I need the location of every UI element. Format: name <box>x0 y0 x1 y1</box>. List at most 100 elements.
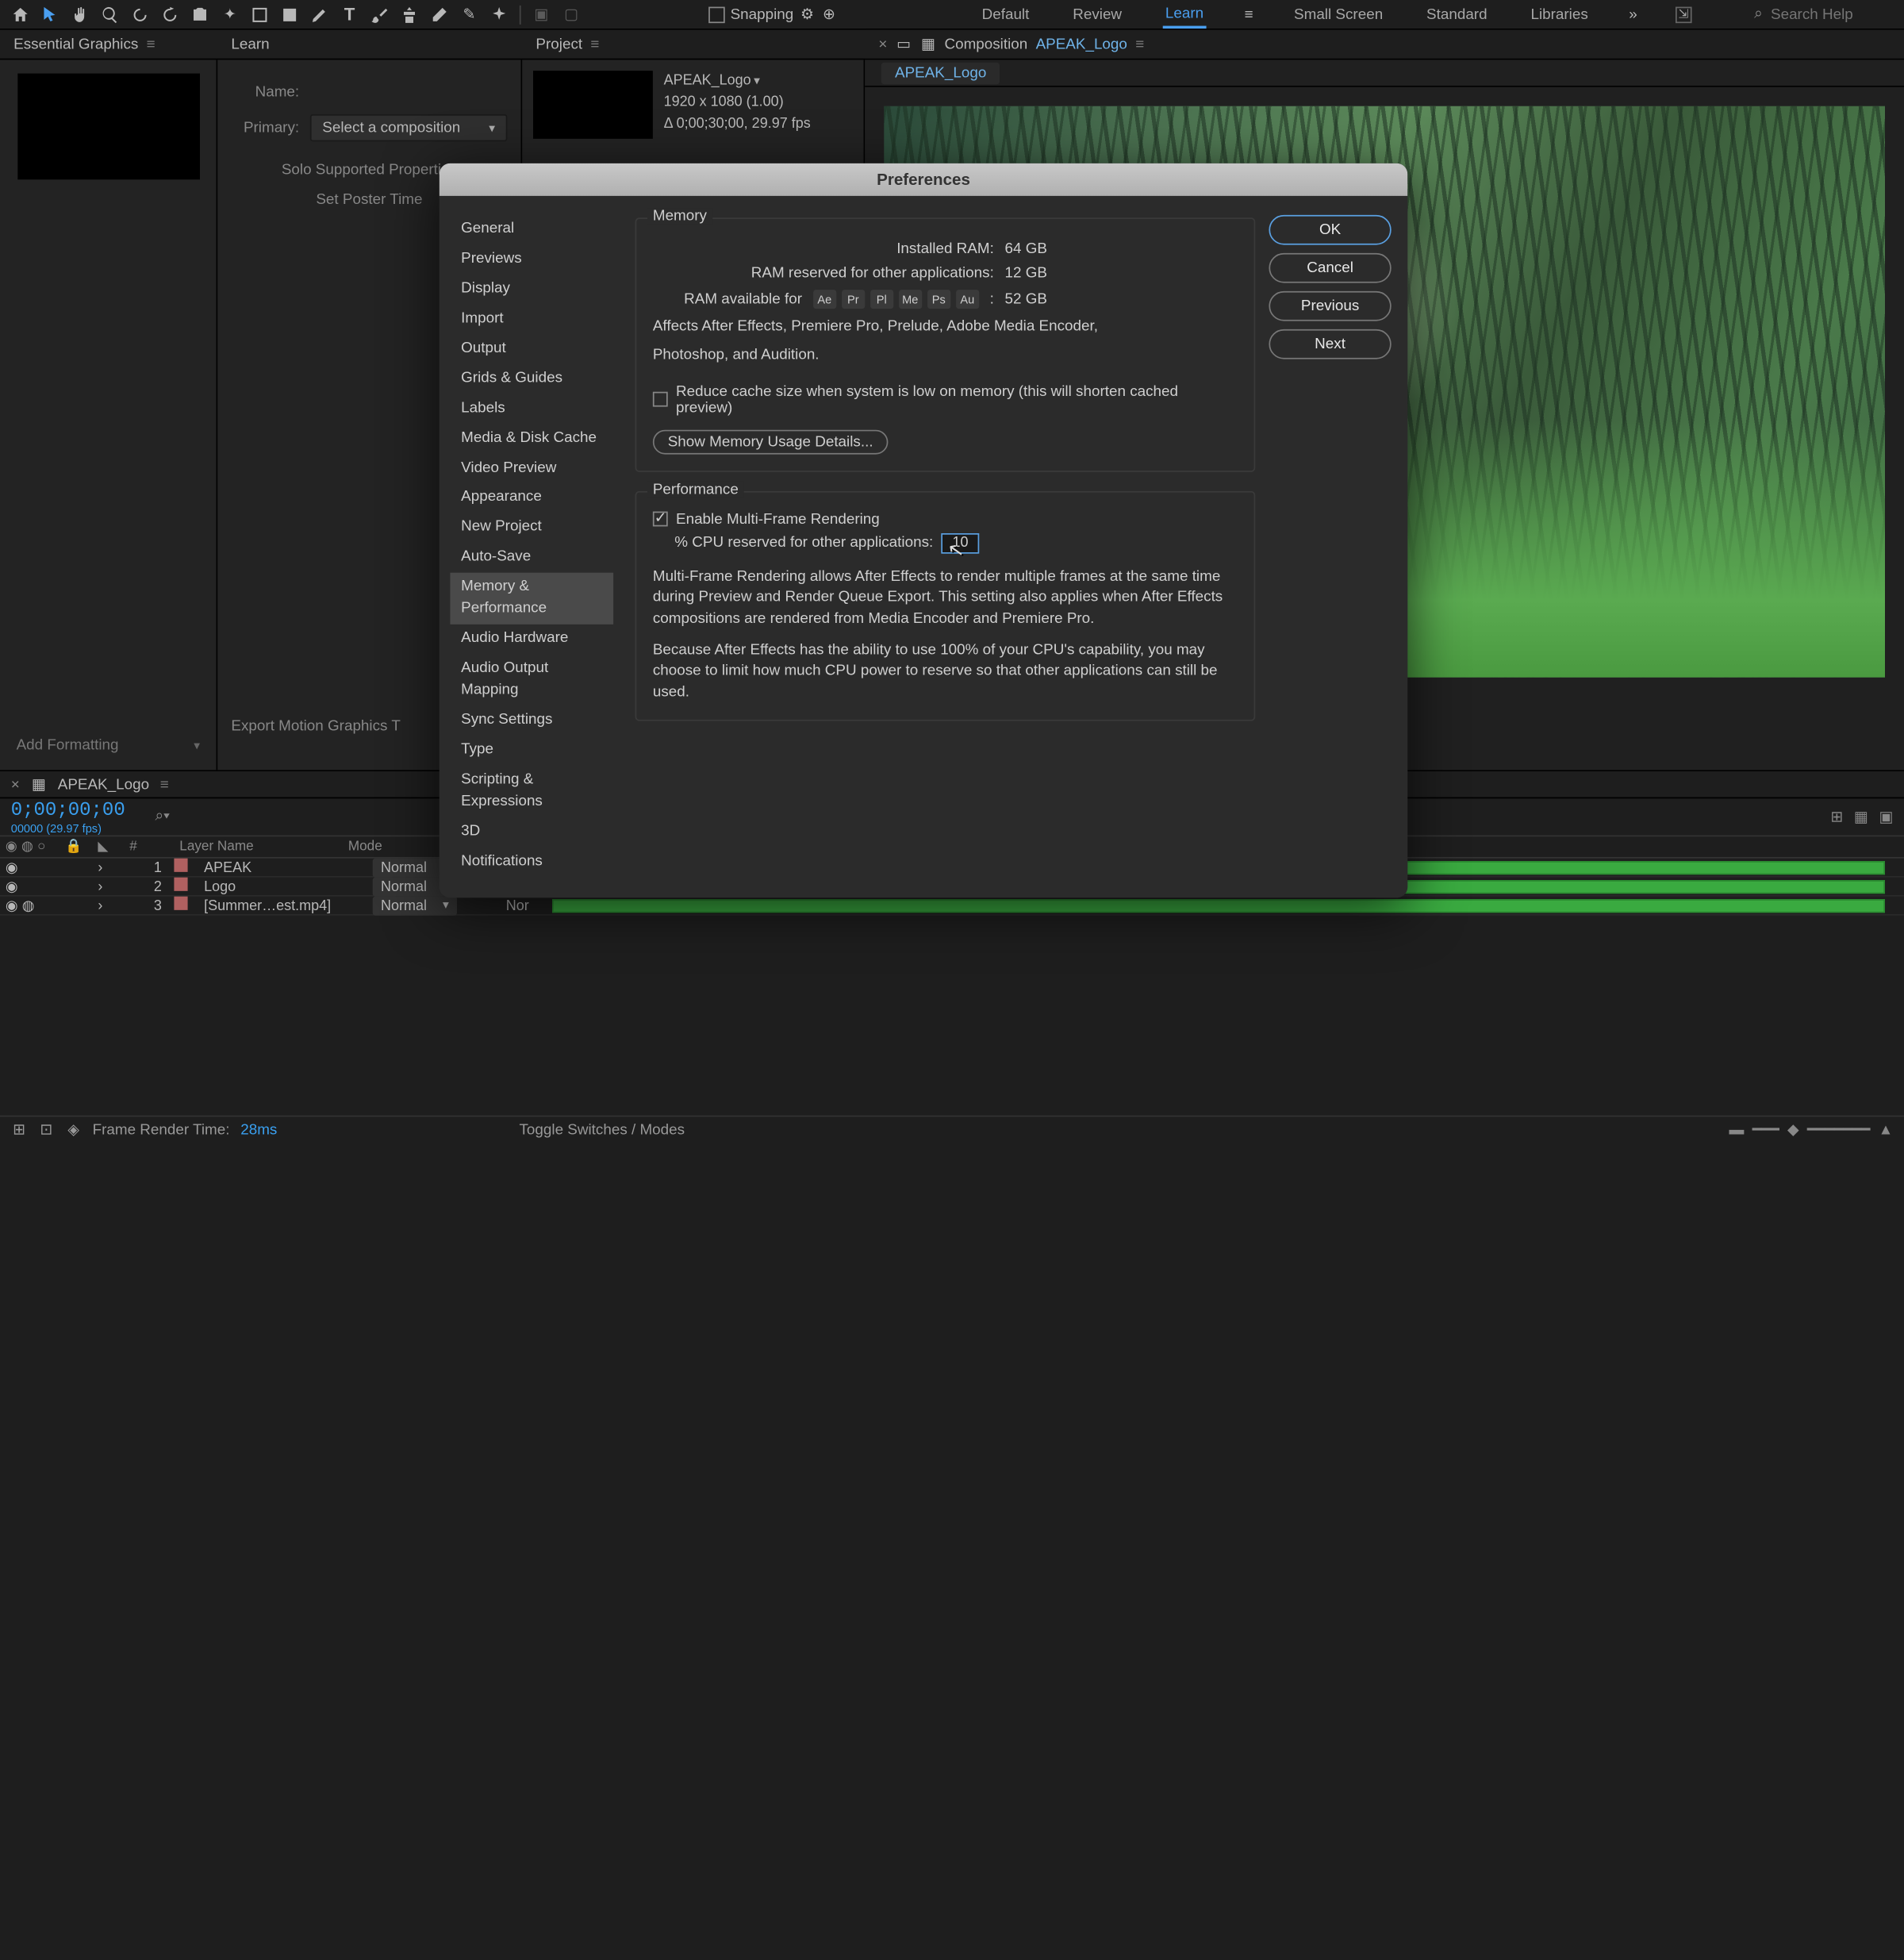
reduce-cache-checkbox[interactable]: Reduce cache size when system is low on … <box>653 383 1238 416</box>
comp-flowchart-tab[interactable]: APEAK_Logo <box>865 60 1904 86</box>
pref-category-general[interactable]: General <box>450 215 613 245</box>
fill-stroke-icon[interactable]: ▣ <box>526 1 556 28</box>
twirl-icon[interactable]: › <box>98 859 117 876</box>
pref-category-display[interactable]: Display <box>450 275 613 305</box>
mode-column[interactable]: Mode <box>348 840 443 855</box>
eye-toggle-icon[interactable]: ◉ <box>6 859 18 876</box>
search-help-input[interactable] <box>1771 6 1893 23</box>
audio-toggle-icon[interactable]: ◍ <box>22 897 35 914</box>
orbit-tool-icon[interactable] <box>125 1 155 28</box>
graph-editor-icon[interactable]: ⊞ <box>1830 808 1843 825</box>
pref-category-audio-hardware[interactable]: Audio Hardware <box>450 625 613 655</box>
pref-category-import[interactable]: Import <box>450 305 613 335</box>
camera-tool-icon[interactable] <box>185 1 215 28</box>
pref-category-3d[interactable]: 3D <box>450 817 613 847</box>
ok-button[interactable]: OK <box>1269 215 1391 245</box>
lock-icon[interactable]: ▭ <box>896 36 912 52</box>
enable-mfr-checkbox[interactable]: Enable Multi-Frame Rendering <box>653 511 1238 528</box>
puppet-tool-icon[interactable] <box>484 1 514 28</box>
render-queue-icon[interactable]: ▦ <box>1854 808 1868 825</box>
panel-menu-icon[interactable]: ≡ <box>147 36 155 52</box>
pref-category-audio-output-mapping[interactable]: Audio Output Mapping <box>450 655 613 706</box>
current-time[interactable]: 0;00;00;00 <box>11 799 125 821</box>
essential-graphics-tab[interactable]: Essential Graphics≡ <box>0 30 217 59</box>
panel-menu-icon[interactable]: ≡ <box>160 776 169 793</box>
comp-mini-flowchart-icon[interactable]: ▣ <box>1879 808 1893 825</box>
add-formatting-dropdown[interactable]: Add Formatting▾ <box>8 729 208 762</box>
pref-category-type[interactable]: Type <box>450 736 613 766</box>
pref-category-labels[interactable]: Labels <box>450 394 613 425</box>
home-icon[interactable] <box>6 1 36 28</box>
eraser-tool-icon[interactable] <box>424 1 455 28</box>
panel-menu-icon[interactable]: ≡ <box>590 36 599 52</box>
project-tab[interactable]: Project≡ <box>522 30 865 59</box>
panel-menu-icon[interactable]: ≡ <box>1135 36 1144 52</box>
shape-tool-icon[interactable] <box>274 1 305 28</box>
timeline-switches-icon[interactable]: ⊞ <box>11 1121 28 1138</box>
timeline-zoom-slider[interactable]: ▬━━━◆━━━━━━━▲ <box>1729 1121 1894 1139</box>
layer-name[interactable]: APEAK <box>204 859 367 876</box>
composition-name[interactable]: APEAK_Logo <box>1036 36 1127 52</box>
clone-stamp-tool-icon[interactable] <box>394 1 424 28</box>
workspace-overflow-icon[interactable]: » <box>1629 6 1637 23</box>
pan-behind-tool-icon[interactable]: ✦ <box>215 1 245 28</box>
pref-category-scripting-expressions[interactable]: Scripting & Expressions <box>450 766 613 817</box>
twirl-icon[interactable]: › <box>98 878 117 895</box>
timeline-blend-icon[interactable]: ◈ <box>65 1121 82 1138</box>
next-button[interactable]: Next <box>1269 329 1391 359</box>
close-icon[interactable]: × <box>878 36 887 52</box>
eye-toggle-icon[interactable]: ◉ <box>6 897 18 914</box>
share-icon[interactable]: ⇲ <box>1676 6 1692 23</box>
solo-column-icon[interactable]: ○ <box>37 840 45 855</box>
roto-brush-tool-icon[interactable]: ✎ <box>455 1 485 28</box>
snapping-toggle[interactable]: Snapping ⚙ ⊕ <box>708 6 837 23</box>
primary-select[interactable]: Select a composition▾ <box>310 114 508 141</box>
pref-category-auto-save[interactable]: Auto-Save <box>450 544 613 574</box>
workspace-learn[interactable]: Learn <box>1163 1 1207 28</box>
pref-category-output[interactable]: Output <box>450 334 613 364</box>
previous-button[interactable]: Previous <box>1269 291 1391 321</box>
layer-name-column[interactable]: Layer Name <box>179 840 343 855</box>
pref-category-grids-guides[interactable]: Grids & Guides <box>450 364 613 394</box>
timeline-search-icon[interactable]: ⌕▾ <box>155 808 169 825</box>
mask-tool-icon[interactable] <box>245 1 275 28</box>
timeline-effects-icon[interactable]: ⊡ <box>38 1121 55 1138</box>
stroke-icon[interactable]: ▢ <box>556 1 586 28</box>
pref-category-media-disk-cache[interactable]: Media & Disk Cache <box>450 424 613 454</box>
blend-mode-select[interactable]: Normal▾ <box>373 896 457 915</box>
eye-column-icon[interactable]: ◉ <box>6 840 17 855</box>
pref-category-video-preview[interactable]: Video Preview <box>450 454 613 484</box>
show-memory-details-button[interactable]: Show Memory Usage Details... <box>653 429 889 454</box>
close-icon[interactable]: × <box>11 776 20 793</box>
timeline-layer-row[interactable]: ◉◍›3[Summer…est.mp4]Normal▾Nor <box>0 897 1904 916</box>
workspace-default[interactable]: Default <box>979 2 1032 27</box>
hand-tool-icon[interactable] <box>65 1 95 28</box>
pref-category-memory-performance[interactable]: Memory & Performance <box>450 573 613 625</box>
workspace-standard[interactable]: Standard <box>1424 2 1490 27</box>
pen-tool-icon[interactable] <box>305 1 335 28</box>
snapping-magnet-icon[interactable]: ⊕ <box>821 6 838 23</box>
shy-column-icon[interactable]: ◣ <box>98 840 117 855</box>
pref-category-new-project[interactable]: New Project <box>450 513 613 544</box>
track-matte[interactable]: Nor <box>506 897 547 914</box>
rotate-tool-icon[interactable] <box>155 1 185 28</box>
layer-name[interactable]: [Summer…est.mp4] <box>204 897 367 914</box>
project-item[interactable]: APEAK_Logo▾ 1920 x 1080 (1.00) Δ 0;00;30… <box>522 60 863 149</box>
layer-name[interactable]: Logo <box>204 878 367 895</box>
type-tool-icon[interactable]: T <box>335 1 365 28</box>
composition-tab[interactable]: × ▭ ▦ Composition APEAK_Logo ≡ <box>865 30 1904 59</box>
twirl-icon[interactable]: › <box>98 897 117 914</box>
workspace-review[interactable]: Review <box>1070 2 1125 27</box>
lock-column-icon[interactable]: 🔒 <box>65 840 92 855</box>
cpu-reserved-input[interactable] <box>942 533 980 554</box>
workspace-menu-icon[interactable]: ≡ <box>1245 6 1253 23</box>
eye-toggle-icon[interactable]: ◉ <box>6 878 18 895</box>
workspace-libraries[interactable]: Libraries <box>1528 2 1591 27</box>
brush-tool-icon[interactable] <box>364 1 394 28</box>
zoom-tool-icon[interactable] <box>95 1 125 28</box>
pref-category-appearance[interactable]: Appearance <box>450 483 613 513</box>
pref-category-sync-settings[interactable]: Sync Settings <box>450 706 613 736</box>
pref-category-notifications[interactable]: Notifications <box>450 847 613 877</box>
audio-column-icon[interactable]: ◍ <box>21 840 33 855</box>
workspace-small-screen[interactable]: Small Screen <box>1292 2 1386 27</box>
